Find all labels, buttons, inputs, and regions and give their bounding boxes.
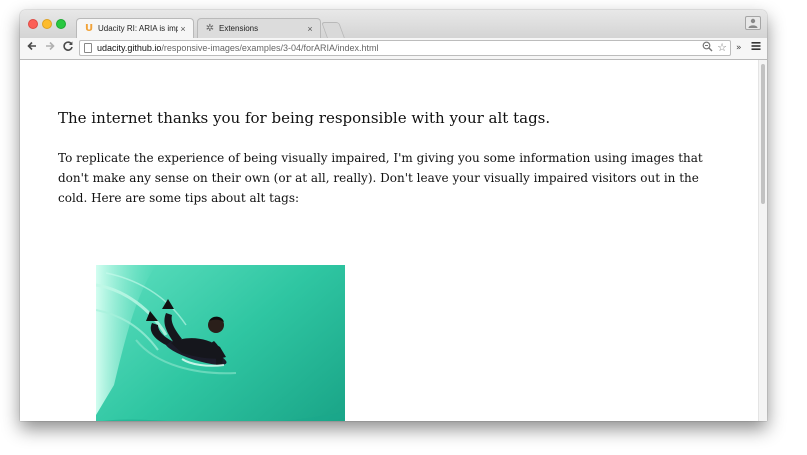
tab-udacity-aria[interactable]: U Udacity RI: ARIA is importa × [76, 18, 194, 38]
tab-close-icon[interactable]: × [305, 24, 315, 34]
minimize-window-button[interactable] [42, 19, 52, 29]
zoom-icon[interactable] [702, 41, 713, 57]
person-icon [748, 18, 758, 28]
address-bar[interactable]: udacity.github.io/responsive-images/exam… [79, 40, 731, 56]
page-heading: The internet thanks you for being respon… [58, 109, 551, 127]
bodyboarder-illustration [96, 265, 345, 421]
tab-label: Extensions [219, 24, 259, 33]
page-content: The internet thanks you for being respon… [20, 60, 767, 421]
profile-icon[interactable] [745, 16, 761, 30]
browser-window: U Udacity RI: ARIA is importa × ✲ Extens… [20, 10, 767, 421]
tab-label: Udacity RI: ARIA is importa [98, 24, 178, 33]
tab-extensions[interactable]: ✲ Extensions × [197, 18, 321, 38]
scrollbar-thumb[interactable] [761, 64, 765, 204]
bookmark-star-icon[interactable]: ☆ [717, 41, 727, 55]
forward-arrow-icon[interactable] [43, 40, 57, 56]
tab-close-icon[interactable]: × [178, 24, 188, 34]
extensions-overflow-icon[interactable]: » [736, 41, 742, 55]
page-icon [84, 43, 92, 53]
intro-paragraph: To replicate the experience of being vis… [58, 151, 703, 205]
url-text[interactable]: udacity.github.io/responsive-images/exam… [97, 42, 379, 55]
bodyboarder-image [96, 265, 345, 421]
title-bar: U Udacity RI: ARIA is importa × ✲ Extens… [20, 10, 767, 38]
puzzle-piece-icon: ✲ [205, 22, 215, 34]
menu-icon[interactable] [751, 41, 761, 55]
reload-icon[interactable] [61, 40, 75, 56]
screen: U Udacity RI: ARIA is importa × ✲ Extens… [0, 0, 807, 455]
new-tab-button[interactable] [321, 22, 345, 38]
browser-toolbar: udacity.github.io/responsive-images/exam… [20, 38, 767, 60]
udacity-u-icon: U [84, 22, 94, 34]
close-window-button[interactable] [28, 19, 38, 29]
vertical-scrollbar[interactable] [758, 60, 767, 421]
zoom-window-button[interactable] [56, 19, 66, 29]
back-arrow-icon[interactable] [25, 40, 39, 56]
